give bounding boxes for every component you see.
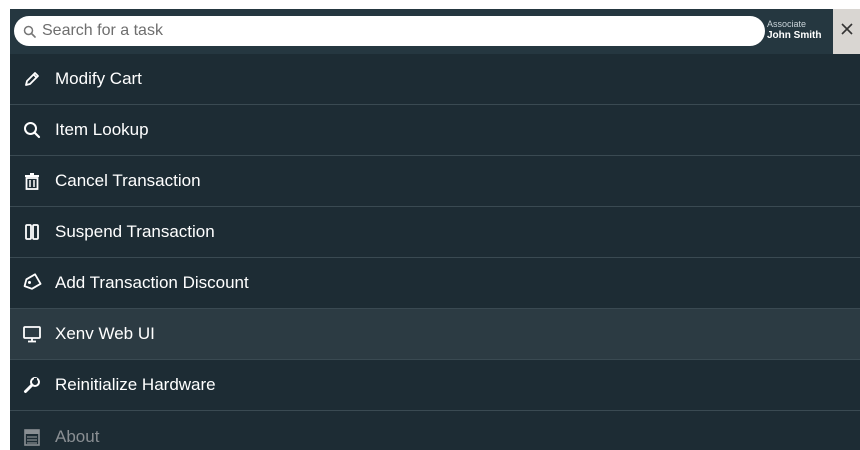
menu-item-label: Xenv Web UI — [55, 324, 155, 343]
menu-item-label: Modify Cart — [55, 69, 142, 88]
monitor-icon — [22, 324, 42, 344]
menu-item-label: Item Lookup — [55, 120, 149, 139]
task-menu-panel: Associate John Smith Modify Cart — [10, 9, 860, 450]
task-menu: Modify Cart Item Lookup Cancel Transacti… — [10, 54, 860, 450]
trash-icon — [22, 171, 42, 191]
menu-item-label: About — [55, 426, 100, 446]
associate-label: Associate — [767, 19, 807, 29]
menu-item-label: Add Transaction Discount — [55, 273, 249, 292]
wrench-icon — [22, 375, 42, 395]
search-icon — [23, 25, 36, 38]
search-icon — [22, 120, 42, 140]
menu-item-reinitialize-hardware[interactable]: Reinitialize Hardware — [10, 360, 860, 411]
menu-item-about[interactable]: About — [10, 411, 860, 450]
search-input[interactable] — [42, 22, 742, 40]
pencil-icon — [22, 69, 42, 89]
close-button[interactable] — [833, 9, 860, 54]
menu-item-suspend-transaction[interactable]: Suspend Transaction — [10, 207, 860, 258]
menu-item-label: Suspend Transaction — [55, 222, 215, 241]
close-icon — [840, 22, 854, 41]
tag-icon — [22, 273, 42, 293]
menu-item-label: Reinitialize Hardware — [55, 375, 216, 394]
top-bar: Associate John Smith — [10, 9, 860, 54]
associate-info: Associate John Smith — [767, 18, 821, 42]
menu-item-label: Cancel Transaction — [55, 171, 201, 190]
pause-icon — [22, 222, 42, 242]
menu-item-add-transaction-discount[interactable]: Add Transaction Discount — [10, 258, 860, 309]
associate-name: John Smith — [767, 30, 822, 41]
search-box[interactable] — [14, 16, 765, 46]
calendar-icon — [22, 427, 42, 447]
menu-item-cancel-transaction[interactable]: Cancel Transaction — [10, 156, 860, 207]
menu-item-item-lookup[interactable]: Item Lookup — [10, 105, 860, 156]
menu-item-modify-cart[interactable]: Modify Cart — [10, 54, 860, 105]
menu-item-xenv-web-ui[interactable]: Xenv Web UI — [10, 309, 860, 360]
